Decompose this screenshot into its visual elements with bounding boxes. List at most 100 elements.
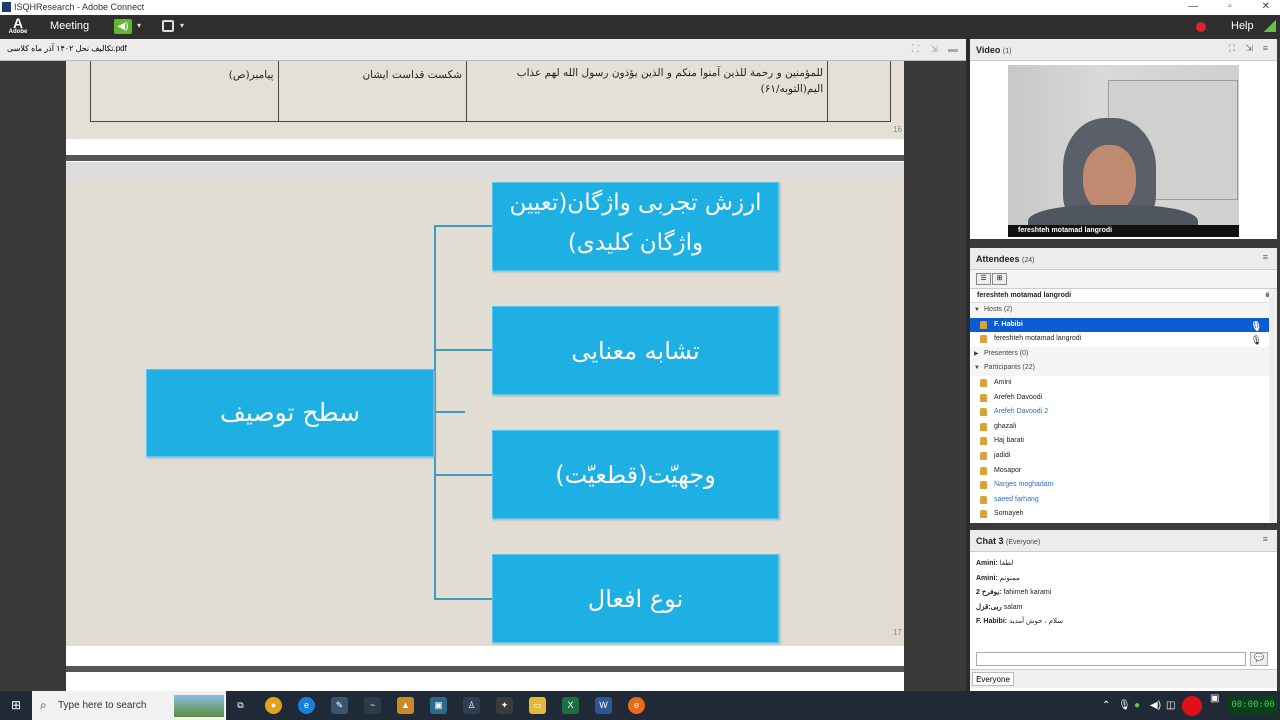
user-icon [980,320,987,329]
document-viewer[interactable]: پیامبر(ص) شکست قداست ایشان للمؤمنین و رح… [66,61,904,691]
document-page: پیامبر(ص) شکست قداست ایشان للمؤمنین و رح… [66,61,904,139]
list-item[interactable]: Amini [970,376,1277,391]
pod-menu-icon[interactable]: ≡ [1263,252,1268,262]
taskbar-search[interactable]: ⌕ Type here to search [32,691,226,720]
pod-menu-icon[interactable]: ≡ [1263,43,1268,53]
app-icon[interactable]: ✦ [496,697,513,714]
search-placeholder: Type here to search [58,700,147,711]
microphone-icon[interactable]: 🎙 [1118,700,1131,711]
user-icon [980,451,987,460]
resize-icon[interactable]: ⇲ [930,44,942,55]
list-item[interactable]: Mosapor [970,464,1277,479]
chat-pod: Chat 3 (Everyone) ≡ Amini: لطفا Amini: م… [970,530,1277,691]
diagram-item-box: ارزش تجربی واژگان(تعیین واژگان کلیدی) [492,182,779,271]
scrollbar[interactable] [1269,289,1277,523]
right-panel: Video (1) ⛶ ⇲ ≡ fereshteh motamad langro… [970,39,1280,691]
list-item[interactable]: Haj barati [970,434,1277,449]
attendees-pod-title: Attendees (24) [976,254,1035,264]
edge-icon[interactable]: e [298,697,315,714]
signal-icon [1264,20,1276,32]
list-item[interactable]: jadidi [970,449,1277,464]
share-pod: تکالیف نحل ۱۴۰۲ آذر ماه کلاسی.pdf ⛶ ⇲ ▬ … [0,39,966,691]
document-page: سطح توصیف ارزش تجربی واژگان(تعیین واژگان… [66,180,904,646]
maximize-button[interactable]: ▫ [1228,1,1232,12]
connector-line [434,474,492,476]
list-item[interactable]: Arefeh Davoodi 2 [970,405,1277,420]
list-item[interactable]: Narges moghadam [970,478,1277,493]
clock: 00:00:00 [1228,696,1278,715]
window-titlebar: ISQHResearch - Adobe Connect — ▫ ✕ [0,0,1280,15]
user-icon [980,408,987,417]
app-icon[interactable]: ✎ [331,697,348,714]
chat-pod-title: Chat 3 (Everyone) [976,536,1041,546]
hosts-group[interactable]: ▼ Hosts (2) [970,303,1277,318]
chat-audience-tab[interactable]: Everyone [972,672,1014,686]
camera-icon[interactable] [162,20,174,32]
file-explorer-icon[interactable]: ▭ [529,697,546,714]
chat-message: Amini: لطفا [976,560,1014,567]
chevron-down-icon[interactable]: ▾ [137,21,141,30]
document-filename: تکالیف نحل ۱۴۰۲ آذر ماه کلاسی.pdf [7,44,127,53]
webcam-name-label: fereshteh motamad langrodi [1008,225,1239,237]
excel-icon[interactable]: X [562,697,579,714]
app-icon[interactable]: ▣ [430,697,447,714]
app-icon [2,2,11,12]
diagram-item-box: نوع افعال [492,554,779,643]
windows-start-icon[interactable]: ⊞ [11,699,23,711]
page-gap [66,646,904,691]
connector-line [434,225,492,227]
user-app-icon[interactable]: ♙ [463,697,480,714]
list-item[interactable]: Somayeh [970,507,1277,522]
chevron-down-icon[interactable]: ▾ [180,21,184,30]
chevron-up-icon[interactable]: ⌃ [1102,700,1110,711]
list-item[interactable]: Arefeh Davoodi [970,391,1277,406]
window-title: ISQHResearch - Adobe Connect [14,2,145,12]
resize-icon[interactable]: ⇲ [1245,43,1253,54]
chat-message: ربی:قزل salam [976,603,1023,611]
meeting-menu[interactable]: Meeting [50,20,89,32]
word-icon[interactable]: W [595,697,612,714]
app-icon[interactable]: e [628,697,645,714]
chat-input[interactable] [976,652,1246,666]
user-icon [980,335,987,344]
pod-menu-icon[interactable]: ≡ [1263,534,1268,544]
fullscreen-icon[interactable]: ⛶ [1229,43,1235,54]
record-icon[interactable] [1196,22,1206,32]
video-pod-title: Video (1) [976,45,1012,55]
status-icon[interactable]: ● [1134,700,1140,711]
presenters-group[interactable]: ▶ Presenters (0) [970,346,1277,362]
chrome-icon[interactable]: ● [265,697,282,714]
current-user: fereshteh motamad langrodi⊗ [970,289,1277,303]
participants-group[interactable]: ▼ Participants (22) [970,361,1277,376]
status-view-icon[interactable]: ⊞ [992,273,1007,285]
network-icon[interactable]: ◫ [1166,700,1175,711]
connector-line [434,411,464,413]
adobe-logo-icon: A Adobe [8,15,28,35]
user-icon [980,422,987,431]
app-icon[interactable]: ▲ [397,697,414,714]
user-icon [980,378,987,387]
close-button[interactable]: ✕ [1262,1,1270,12]
record-icon[interactable] [1182,696,1202,716]
user-icon [980,437,987,446]
list-view-icon[interactable]: ☰ [976,273,991,285]
app-icon[interactable]: ~ [364,697,381,714]
volume-icon[interactable]: ◀) [1150,700,1161,711]
user-icon [980,495,987,504]
list-item[interactable]: saeed farhang [970,493,1277,508]
fullscreen-icon[interactable]: ⛶ [912,44,924,55]
pod-menu-icon[interactable]: ▬ [948,44,960,55]
minimize-button[interactable]: — [1188,1,1198,12]
camera-icon[interactable]: ▣ [1210,693,1219,704]
help-menu[interactable]: Help [1231,20,1254,32]
attendees-pod: Attendees (24) ≡ ☰ ⊞ fereshteh motamad l… [970,248,1277,523]
search-highlight-image [174,695,224,717]
task-view-icon[interactable]: ⧉ [232,697,249,714]
list-item[interactable]: F. Habibi 🎙 [970,317,1277,333]
microphone-icon: 🎙 [1250,335,1262,346]
list-item[interactable]: fereshteh motamad langrodi 🎙 [970,332,1277,347]
send-icon[interactable]: 💬 [1250,652,1268,666]
list-item[interactable]: ghazali [970,420,1277,435]
microphone-icon: 🎙 [1250,320,1262,331]
speaker-icon[interactable]: ◀) [114,19,132,34]
